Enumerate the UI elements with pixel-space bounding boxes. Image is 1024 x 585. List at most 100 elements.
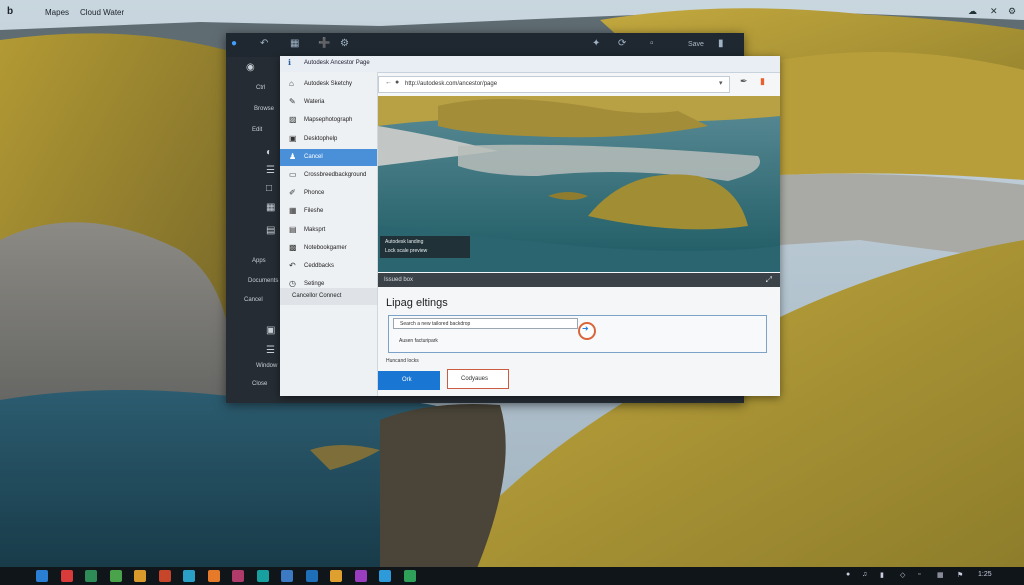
folder-icon: ▣ [289, 133, 297, 143]
volume-icon[interactable]: ♫ [862, 571, 867, 578]
app-logo[interactable]: b [7, 6, 13, 17]
menu-item-label: Fileshe [304, 208, 324, 215]
panel-icon[interactable]: ▮ [718, 38, 724, 49]
brand-icon[interactable]: ▮ [760, 76, 765, 87]
games-icon[interactable] [354, 570, 367, 582]
caption-line-2: Lock scale preview [385, 248, 428, 254]
pencil-icon: ✎ [289, 97, 296, 107]
menu-item-1[interactable]: ⌂ Autodesk Sketchy [280, 76, 377, 93]
home-icon: ⌂ [289, 79, 294, 88]
gear-icon[interactable]: ⚙ [1008, 6, 1016, 17]
rail-label-apps[interactable]: Apps [252, 258, 266, 264]
app-icon[interactable]: ● [231, 38, 237, 49]
menu-item-9[interactable]: ▤ Maksprt [280, 222, 377, 239]
settings-app-icon[interactable] [379, 570, 391, 582]
flag-icon[interactable]: ⚑ [957, 571, 963, 579]
image-caption: Autodesk landing Lock scale preview [380, 236, 470, 258]
menu-item-3[interactable]: ▨ Mapsephotograph [280, 112, 377, 129]
dark-toolbar: ● ↶ ▦ ➕ ⚙ ✦ ⟳ ▫ Save ▮ [226, 33, 744, 57]
wifi-icon[interactable]: ◇ [900, 571, 905, 579]
rail-label-window[interactable]: Window [256, 363, 277, 369]
chat-app-icon[interactable] [403, 570, 416, 582]
menu-item-5[interactable]: ♟ Cancel [280, 148, 377, 166]
music-icon[interactable] [305, 570, 318, 582]
taskbar: ● ♫ ▮ ◇ ▫ ▦ ⚑ 1:25 [0, 567, 1024, 585]
address-bar[interactable]: ← ● http://autodesk.com/ancestor/page ▾ [378, 76, 730, 93]
document-icon[interactable]: ▤ [266, 225, 275, 236]
phone-icon[interactable]: ▣ [266, 325, 275, 336]
window-titlebar: ℹ Autodesk Ancestor Page [280, 56, 780, 73]
expand-icon[interactable]: ⤢ [766, 275, 772, 285]
mail-icon[interactable] [183, 570, 195, 582]
sheets-icon[interactable] [109, 570, 122, 582]
window-icon[interactable]: ▫ [650, 38, 654, 49]
photos-icon[interactable] [134, 570, 146, 582]
cloud-icon[interactable]: ☁ [968, 6, 977, 17]
back-icon[interactable]: ↶ [260, 38, 268, 49]
ok-button-label: Ork [402, 377, 412, 383]
menu-item-4[interactable]: ▣ Desktophelp [280, 131, 377, 148]
save-icon: ▦ [289, 206, 297, 216]
list-icon[interactable]: ☰ [266, 165, 275, 176]
tools-icon[interactable]: ✦ [592, 38, 600, 49]
clock-text[interactable]: 1:25 [978, 571, 992, 578]
notification-icon[interactable]: ▫ [918, 571, 920, 578]
rail-label-ctrl[interactable]: Ctrl [256, 85, 265, 91]
settings-icon[interactable]: ⚙ [340, 38, 349, 49]
menu-item-7[interactable]: ✐ Phonce [280, 185, 377, 202]
dropdown-icon[interactable]: ▾ [719, 79, 723, 87]
keyboard-icon[interactable]: ▦ [937, 571, 944, 579]
stack-icon[interactable]: ☰ [266, 345, 275, 356]
menu-item-6[interactable]: ▭ Crossbreedbackground [280, 167, 377, 184]
toolbar-save-label[interactable]: Save [688, 41, 704, 48]
network-icon[interactable]: ● [846, 571, 850, 578]
battery-icon[interactable]: ▮ [880, 571, 884, 579]
form-subtext: Ausen facturipark [399, 338, 438, 344]
target-icon[interactable]: ◉ [246, 62, 255, 73]
menu-item-label: Maksprt [304, 226, 326, 233]
grid-icon[interactable]: ▦ [290, 38, 299, 49]
rail-label-cancel[interactable]: Cancel [244, 297, 263, 303]
back-arrow-icon[interactable]: ← [385, 79, 392, 86]
menu-item-label: Notebookgamer [304, 244, 347, 251]
rail-label-browse[interactable]: Browse [254, 106, 274, 112]
ok-button[interactable]: Ork [378, 371, 440, 390]
paint-icon[interactable] [207, 570, 220, 582]
topbar-item-mapes[interactable]: Mapes [45, 8, 69, 17]
clock-icon: ◷ [289, 279, 296, 289]
menu-item-11[interactable]: ↶ Ceddbacks [280, 258, 377, 275]
rail-label-edit[interactable]: Edit [252, 127, 262, 133]
refresh-icon[interactable]: ⟳ [618, 38, 626, 49]
docs-icon[interactable] [330, 570, 342, 582]
table-icon[interactable]: ▦ [266, 202, 275, 213]
settings-window: ℹ Autodesk Ancestor Page ⌂ Autodesk Sketc… [280, 56, 780, 396]
menu-item-8[interactable]: ▦ Fileshe [280, 203, 377, 220]
lock-icon: ● [395, 79, 400, 86]
media-icon[interactable] [60, 570, 73, 582]
menu-item-label: Mapsephotograph [304, 117, 353, 124]
cancel-button[interactable]: Codyaues [447, 369, 509, 389]
menu-item-13[interactable]: Cancellor Connect [280, 288, 377, 305]
calendar-icon[interactable] [232, 570, 244, 582]
notes-icon[interactable] [281, 570, 293, 582]
store-icon[interactable] [85, 570, 97, 582]
maps-icon[interactable] [158, 570, 171, 582]
add-icon[interactable]: ➕ [318, 38, 330, 49]
close-icon[interactable]: ✕ [990, 6, 998, 17]
pen-icon[interactable]: ✒ [740, 76, 748, 87]
search-input[interactable]: Search a new tailored backdrop [393, 318, 578, 329]
address-text[interactable]: http://autodesk.com/ancestor/page [405, 81, 497, 87]
files-icon[interactable] [256, 570, 269, 582]
side-menu: ⌂ Autodesk Sketchy ✎ Wateria ▨ Mapsephotograp… [280, 72, 378, 396]
chat-icon[interactable]: □ [266, 183, 272, 194]
browser-icon[interactable] [36, 570, 48, 582]
form-title: Lipag eltings [386, 297, 448, 309]
menu-item-label: Ceddbacks [304, 263, 335, 269]
rail-label-documents[interactable]: Documents [248, 278, 278, 284]
menu-item-2[interactable]: ✎ Wateria [280, 94, 377, 111]
form-panel: Search a new tailored backdrop Ausen fac… [388, 315, 767, 353]
rail-label-close[interactable]: Close [252, 381, 267, 387]
circle-icon[interactable]: ◐ [266, 147, 272, 158]
topbar-item-cloud-water[interactable]: Cloud Water [80, 8, 124, 17]
menu-item-10[interactable]: ▩ Notebookgamer [280, 240, 377, 257]
